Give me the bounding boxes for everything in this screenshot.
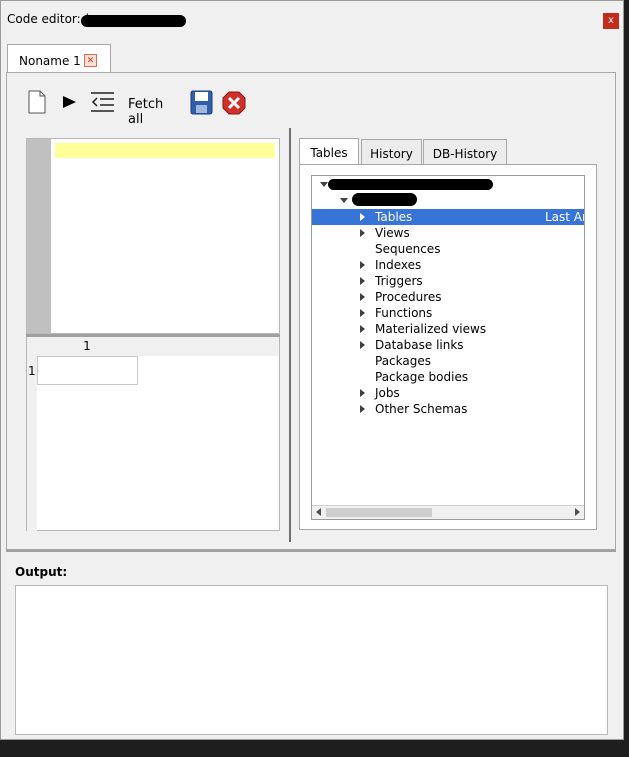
tree-item-jobs[interactable]: Jobs [312,385,584,401]
expanded-triangle-icon[interactable] [320,182,328,187]
tree-item-sequences[interactable]: Sequences [312,241,584,257]
tree-item-label: Materialized views [375,322,487,336]
current-line-highlight [55,143,275,158]
tree-item-label: Triggers [375,274,423,288]
tree-item-views[interactable]: Views [312,225,584,241]
collapsed-triangle-icon[interactable] [360,405,365,413]
scroll-right-icon[interactable] [575,508,580,516]
redacted-connection-name [81,15,186,27]
tree-item-column-text: Last An [545,210,584,224]
collapsed-triangle-icon[interactable] [360,261,365,269]
scroll-thumb[interactable] [326,508,432,517]
tree-item-label: Package bodies [375,370,469,384]
tab-db-history[interactable]: DB-History [423,139,507,165]
tree-item-package-bodies[interactable]: Package bodies [312,369,584,385]
output-area[interactable] [15,585,608,735]
collapsed-triangle-icon[interactable] [360,341,365,349]
save-icon[interactable] [190,90,214,116]
execute-icon[interactable] [60,90,78,116]
expanded-triangle-icon[interactable] [340,198,348,203]
redacted-schema-node [352,193,417,206]
fetch-all-button[interactable]: Fetch all [128,97,163,127]
sql-editor[interactable] [26,138,280,334]
tree-item-label: Views [375,226,410,240]
tree-item-indexes[interactable]: Indexes [312,257,584,273]
tree-item-other-schemas[interactable]: Other Schemas [312,401,584,417]
tab-tables[interactable]: Tables [299,138,359,165]
explain-plan-icon[interactable] [90,90,116,116]
window-close-button[interactable]: x [603,13,619,29]
redacted-connection-node [328,179,493,190]
tree-item-database-links[interactable]: Database links [312,337,584,353]
tab-tables-label: Tables [310,146,348,160]
tree-item-label: Procedures [375,290,442,304]
collapsed-triangle-icon[interactable] [360,389,365,397]
tab-label: Noname 1 [19,54,81,68]
result-grid[interactable]: 1 1 [26,337,280,531]
collapsed-triangle-icon[interactable] [360,213,365,221]
tree-item-tables[interactable]: Tables Last An [312,209,584,225]
collapsed-triangle-icon[interactable] [360,309,365,317]
tree-item-label: Indexes [375,258,422,272]
scroll-left-icon[interactable] [316,508,321,516]
tree-item-label: Sequences [375,242,441,256]
tree-item-materialized-views[interactable]: Materialized views [312,321,584,337]
grid-row-number[interactable]: 1 [28,364,36,378]
horizontal-scrollbar[interactable] [312,505,584,519]
tab-noname-1[interactable]: Noname 1 ✕ [7,44,111,74]
grid-row-header [27,356,37,531]
tree-item-label: Packages [375,354,431,368]
grid-column-header[interactable]: 1 [37,337,137,356]
tree-item-triggers[interactable]: Triggers [312,273,584,289]
tree-item-functions[interactable]: Functions [312,305,584,321]
tree-item-label: Tables [375,210,413,224]
new-document-icon[interactable] [28,90,46,116]
cancel-icon[interactable] [222,90,246,116]
tree-item-label: Jobs [375,386,400,400]
schema-tree[interactable]: Tables Last An Views Sequences Indexes Trigge… [311,175,585,520]
grid-cell[interactable] [37,356,138,385]
tab-db-history-label: DB-History [432,147,498,161]
tree-item-label: Database links [375,338,464,352]
collapsed-triangle-icon[interactable] [360,229,365,237]
collapsed-triangle-icon[interactable] [360,293,365,301]
tree-item-packages[interactable]: Packages [312,353,584,369]
collapsed-triangle-icon[interactable] [360,277,365,285]
line-gutter [27,139,51,333]
tab-history[interactable]: History [361,139,422,165]
tab-close-icon[interactable]: ✕ [84,54,97,67]
tree-item-procedures[interactable]: Procedures [312,289,584,305]
output-splitter[interactable] [6,550,616,552]
tree-item-label: Functions [375,306,433,320]
output-label: Output: [15,565,68,579]
window-title: Code editor: ( [7,12,90,26]
tab-history-label: History [370,147,413,161]
vertical-splitter[interactable] [289,128,291,542]
collapsed-triangle-icon[interactable] [360,325,365,333]
title-bar: Code editor: ( x [1,1,623,37]
tree-item-label: Other Schemas [375,402,468,416]
